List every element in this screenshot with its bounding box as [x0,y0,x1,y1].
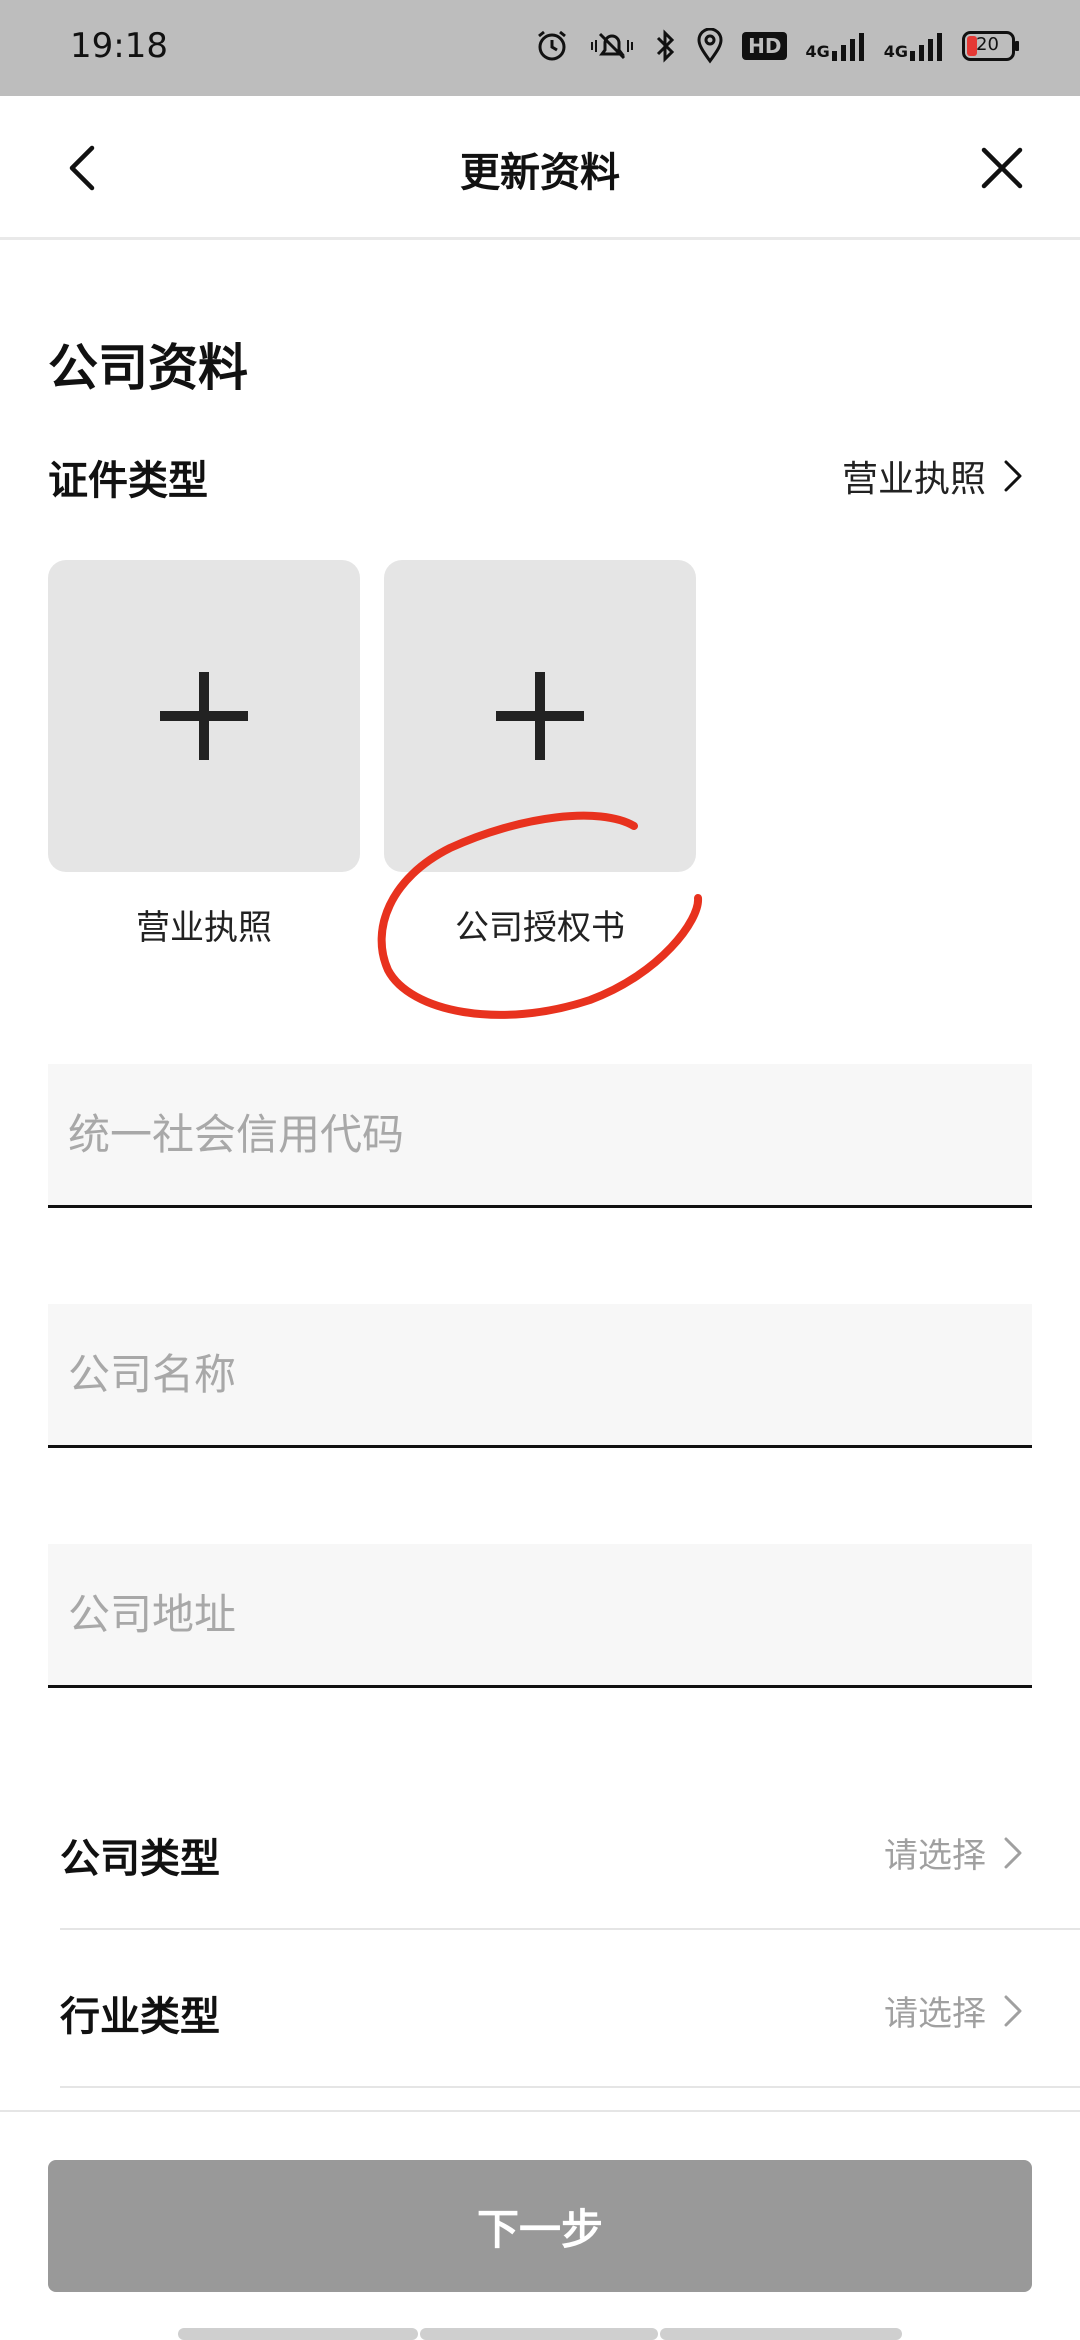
upload-authorization-letter-button[interactable] [384,560,696,872]
select-value: 请选择 [884,1986,1024,2035]
page-title: 更新资料 [460,150,620,196]
home-indicator [178,2328,418,2340]
nav-bar: 更新资料 [0,96,1080,240]
company-address-input[interactable] [48,1544,1032,1685]
upload-label: 营业执照 [136,908,272,948]
signal-icon [910,33,942,61]
select-value-text: 请选择 [884,1836,986,1876]
status-icons: HD 4G 4G 20 [534,28,1020,64]
network-type-label: 4G [805,42,830,61]
doc-type-value: 营业执照 [841,459,986,500]
credit-code-input[interactable] [48,1064,1032,1205]
signal-icon [831,33,864,61]
upload-business-license-button[interactable] [48,560,360,872]
location-icon [697,28,723,64]
select-label: 行业类型 [60,1994,220,2040]
signal-2: 4G [884,31,944,61]
company-name-input[interactable] [48,1304,1032,1445]
bluetooth-icon [657,29,675,63]
company-address-field[interactable] [48,1544,1032,1688]
home-indicator [420,2328,658,2340]
home-indicator [660,2328,902,2340]
doc-type-selector[interactable]: 营业执照 [842,450,1024,502]
signal-1: 4G [805,31,865,61]
battery-icon: 20 [962,31,1020,61]
company-name-field[interactable] [48,1304,1032,1448]
doc-type-label: 证件类型 [48,458,208,504]
select-value-text: 请选择 [884,1994,986,2034]
network-type-label: 4G [883,42,908,61]
status-time: 19:18 [70,26,168,66]
upload-label: 公司授权书 [455,908,625,948]
company-type-row[interactable]: 公司类型 请选择 [60,1772,1080,1930]
select-value: 请选择 [884,1828,1024,1877]
update-profile-screen: 19:18 HD 4G 4G 20 更新资料 公司资料 证件类型 营业执照 营业… [0,0,1080,2340]
select-label: 公司类型 [60,1836,220,1882]
credit-code-field[interactable] [48,1064,1032,1208]
bottom-divider [0,2110,1080,2112]
chevron-right-icon [1004,1837,1022,1868]
chevron-right-icon [1004,1995,1022,2026]
hd-badge: HD [742,32,788,60]
industry-type-row[interactable]: 行业类型 请选择 [60,1930,1080,2088]
chevron-right-icon [1004,460,1022,492]
section-title: 公司资料 [48,339,248,397]
status-bar: 19:18 HD 4G 4G 20 [0,0,1080,96]
close-icon[interactable] [974,140,1030,196]
next-step-button[interactable]: 下一步 [48,2160,1032,2292]
alarm-icon [538,30,567,61]
battery-level: 20 [976,34,999,55]
mute-icon [591,32,634,60]
